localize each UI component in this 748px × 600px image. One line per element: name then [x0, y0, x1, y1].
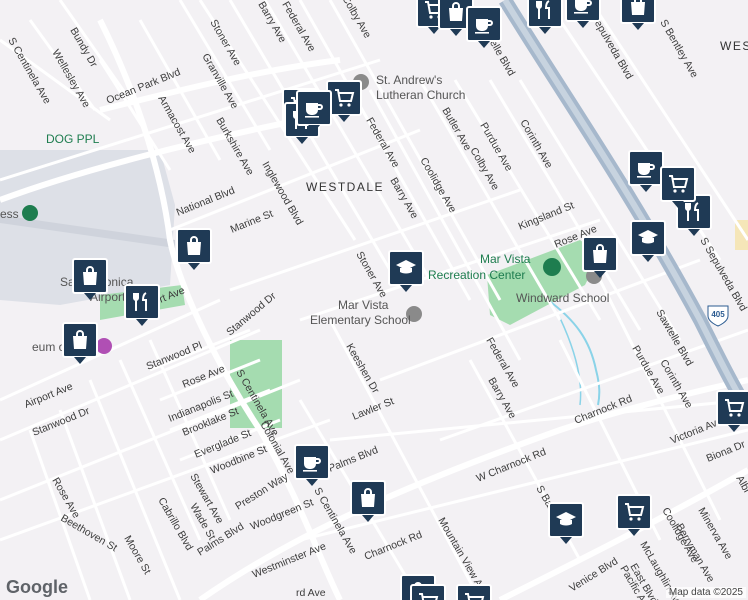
shopping-bag-icon	[182, 234, 206, 258]
street-butler: Butler Ave	[439, 106, 473, 153]
ess-label: ess	[0, 207, 19, 221]
shopping-cart-pin[interactable]	[660, 166, 696, 208]
shopping-bag-pin[interactable]	[620, 0, 656, 30]
shopping-bag-pin[interactable]	[72, 258, 108, 300]
shopping-bag-icon	[626, 0, 650, 18]
shopping-bag-icon	[444, 0, 468, 24]
school-pin[interactable]	[388, 250, 424, 292]
shopping-cart-pin[interactable]	[410, 584, 446, 600]
map-credit[interactable]: Map data ©2025	[665, 587, 746, 598]
restaurant-pin[interactable]	[527, 0, 563, 34]
recreation-label-2: Recreation Center	[428, 268, 525, 282]
street-kingsland: Kingsland St	[517, 200, 576, 233]
recreation-center-marker	[543, 258, 561, 276]
street-colby-top: Colby Ave	[339, 0, 373, 40]
dog-ppl-label: DOG PPL	[46, 132, 100, 146]
highway-shield: 405	[707, 305, 729, 327]
street-keeshen: Keeshen Dr	[343, 342, 381, 396]
shopping-cart-icon	[622, 500, 646, 524]
school-pin[interactable]	[548, 502, 584, 544]
google-logo: Google	[6, 577, 68, 597]
street-moore: Moore St	[121, 534, 153, 577]
shopping-bag-pin[interactable]	[62, 322, 98, 364]
shopping-bag-pin[interactable]	[582, 236, 618, 278]
coffee-pin[interactable]	[296, 90, 332, 132]
restaurant-pin[interactable]	[124, 284, 160, 326]
school-icon	[394, 256, 418, 280]
map-canvas[interactable]: 405 WESTDALE WES St. Andrew's Lutheran C…	[0, 0, 748, 600]
shopping-cart-pin[interactable]	[716, 390, 748, 432]
shopping-cart-icon	[416, 590, 440, 600]
street-burkshire: Burkshire Ave	[213, 116, 256, 178]
shopping-cart-icon	[666, 172, 690, 196]
museum-marker	[96, 338, 112, 354]
shopping-bag-pin[interactable]	[350, 480, 386, 522]
church-label-1: St. Andrew's	[376, 73, 442, 87]
shopping-cart-pin[interactable]	[456, 584, 492, 600]
street-bentley: S Bentley Ave	[657, 18, 700, 81]
shopping-bag-icon	[68, 328, 92, 352]
elementary-label-2: Elementary School	[310, 313, 411, 327]
shopping-bag-icon	[588, 242, 612, 266]
street-cabrillo: Cabrillo Blvd	[155, 496, 195, 553]
street-preston: Preston Way	[233, 470, 291, 512]
ess-marker	[22, 205, 38, 221]
street-biona: Biona Dr	[705, 438, 748, 465]
coffee-pin[interactable]	[294, 444, 330, 486]
shopping-cart-pin[interactable]	[616, 494, 652, 536]
coffee-pin[interactable]	[466, 6, 502, 48]
street-marine: Marine St	[229, 208, 275, 236]
shopping-bag-pin[interactable]	[176, 228, 212, 270]
coffee-icon	[634, 156, 658, 180]
school-icon	[554, 508, 578, 532]
elementary-label-1: Mar Vista	[338, 298, 389, 312]
coffee-icon	[300, 450, 324, 474]
shopping-bag-icon	[356, 486, 380, 510]
street-ard: rd Ave	[296, 587, 326, 599]
shopping-cart-icon	[722, 396, 746, 420]
windward-label: Windward School	[516, 291, 609, 305]
restaurant-icon	[682, 200, 706, 224]
coffee-icon	[472, 12, 496, 36]
school-icon	[636, 226, 660, 250]
restaurant-icon	[533, 0, 557, 22]
coffee-pin[interactable]	[628, 150, 664, 192]
street-centinela-left: S Centinela Ave	[5, 36, 53, 107]
street-federal-top: Federal Ave	[279, 0, 317, 54]
church-label-2: Lutheran Church	[376, 88, 465, 102]
school-pin[interactable]	[630, 220, 666, 262]
shopping-cart-icon	[462, 590, 486, 600]
street-sawtelle-low: Sawtelle Blvd	[653, 308, 695, 369]
street-coolidge-low: Coolidge Ave	[659, 506, 700, 566]
street-stanwood-dr: Stanwood Dr	[224, 290, 279, 339]
shopping-bag-icon	[78, 264, 102, 288]
coffee-icon	[302, 96, 326, 120]
coffee-icon	[571, 0, 595, 16]
shopping-cart-icon	[332, 86, 356, 110]
area-west-village: WES	[720, 39, 748, 53]
street-federal-mid: Federal Ave	[363, 116, 401, 171]
recreation-label-1: Mar Vista	[480, 252, 531, 266]
highway-number: 405	[711, 310, 725, 319]
restaurant-icon	[130, 290, 154, 314]
coffee-pin[interactable]	[565, 0, 601, 28]
street-national: National Blvd	[175, 184, 237, 218]
area-westdale: WESTDALE	[306, 180, 384, 194]
